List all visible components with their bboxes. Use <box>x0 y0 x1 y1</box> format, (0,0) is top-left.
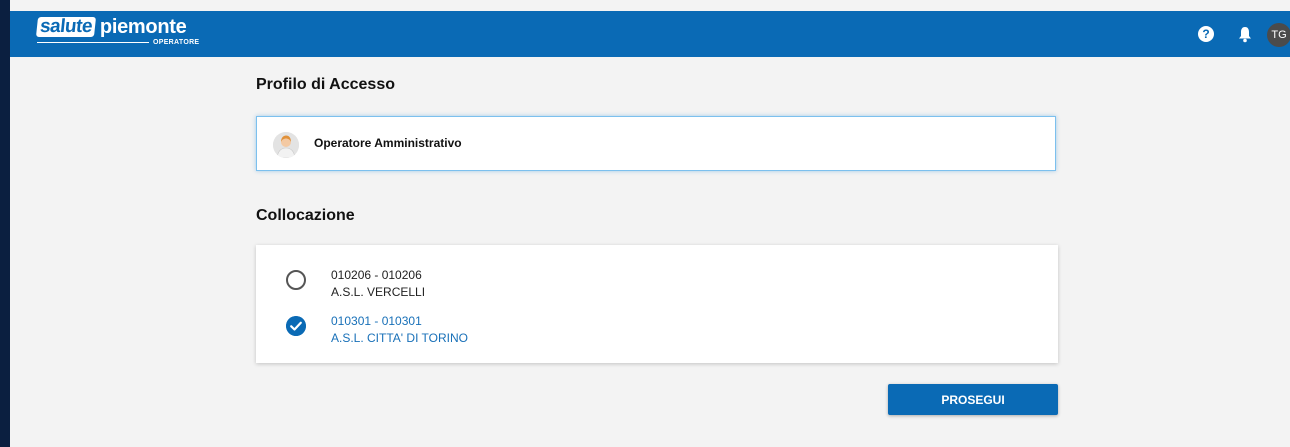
person-avatar-icon <box>273 132 299 158</box>
profile-section-title: Profilo di Accesso <box>256 76 395 93</box>
help-icon[interactable]: ? <box>1198 26 1214 42</box>
radio-checked-icon[interactable] <box>286 316 306 336</box>
bell-icon[interactable] <box>1238 26 1252 43</box>
salute-piemonte-logo[interactable]: salute piemonte OPERATORE <box>35 15 200 46</box>
logo-divider <box>37 42 149 43</box>
collocazione-card: 010206 - 010206 A.S.L. VERCELLI 010301 -… <box>256 245 1058 363</box>
option-code: 010301 - 010301 <box>331 314 422 328</box>
collocazione-section-title: Collocazione <box>256 207 355 224</box>
profile-label: Operatore Amministrativo <box>314 136 462 150</box>
radio-unchecked-icon[interactable] <box>286 270 306 290</box>
collocazione-option-torino[interactable]: 010301 - 010301 A.S.L. CITTA' DI TORINO <box>286 313 786 347</box>
top-header: salute piemonte OPERATORE ? TG <box>10 11 1290 57</box>
collocazione-option-vercelli[interactable]: 010206 - 010206 A.S.L. VERCELLI <box>286 267 786 301</box>
user-avatar[interactable]: TG <box>1267 23 1290 47</box>
prosegui-button[interactable]: PROSEGUI <box>888 384 1058 415</box>
logo-box-text: salute <box>35 16 96 37</box>
option-code: 010206 - 010206 <box>331 268 422 282</box>
logo-subtitle: OPERATORE <box>153 39 200 46</box>
option-name: A.S.L. CITTA' DI TORINO <box>331 331 468 345</box>
logo-text: piemonte <box>99 15 187 38</box>
option-name: A.S.L. VERCELLI <box>331 285 426 299</box>
left-edge-bar <box>0 0 10 447</box>
profile-card[interactable]: Operatore Amministrativo <box>256 116 1056 171</box>
